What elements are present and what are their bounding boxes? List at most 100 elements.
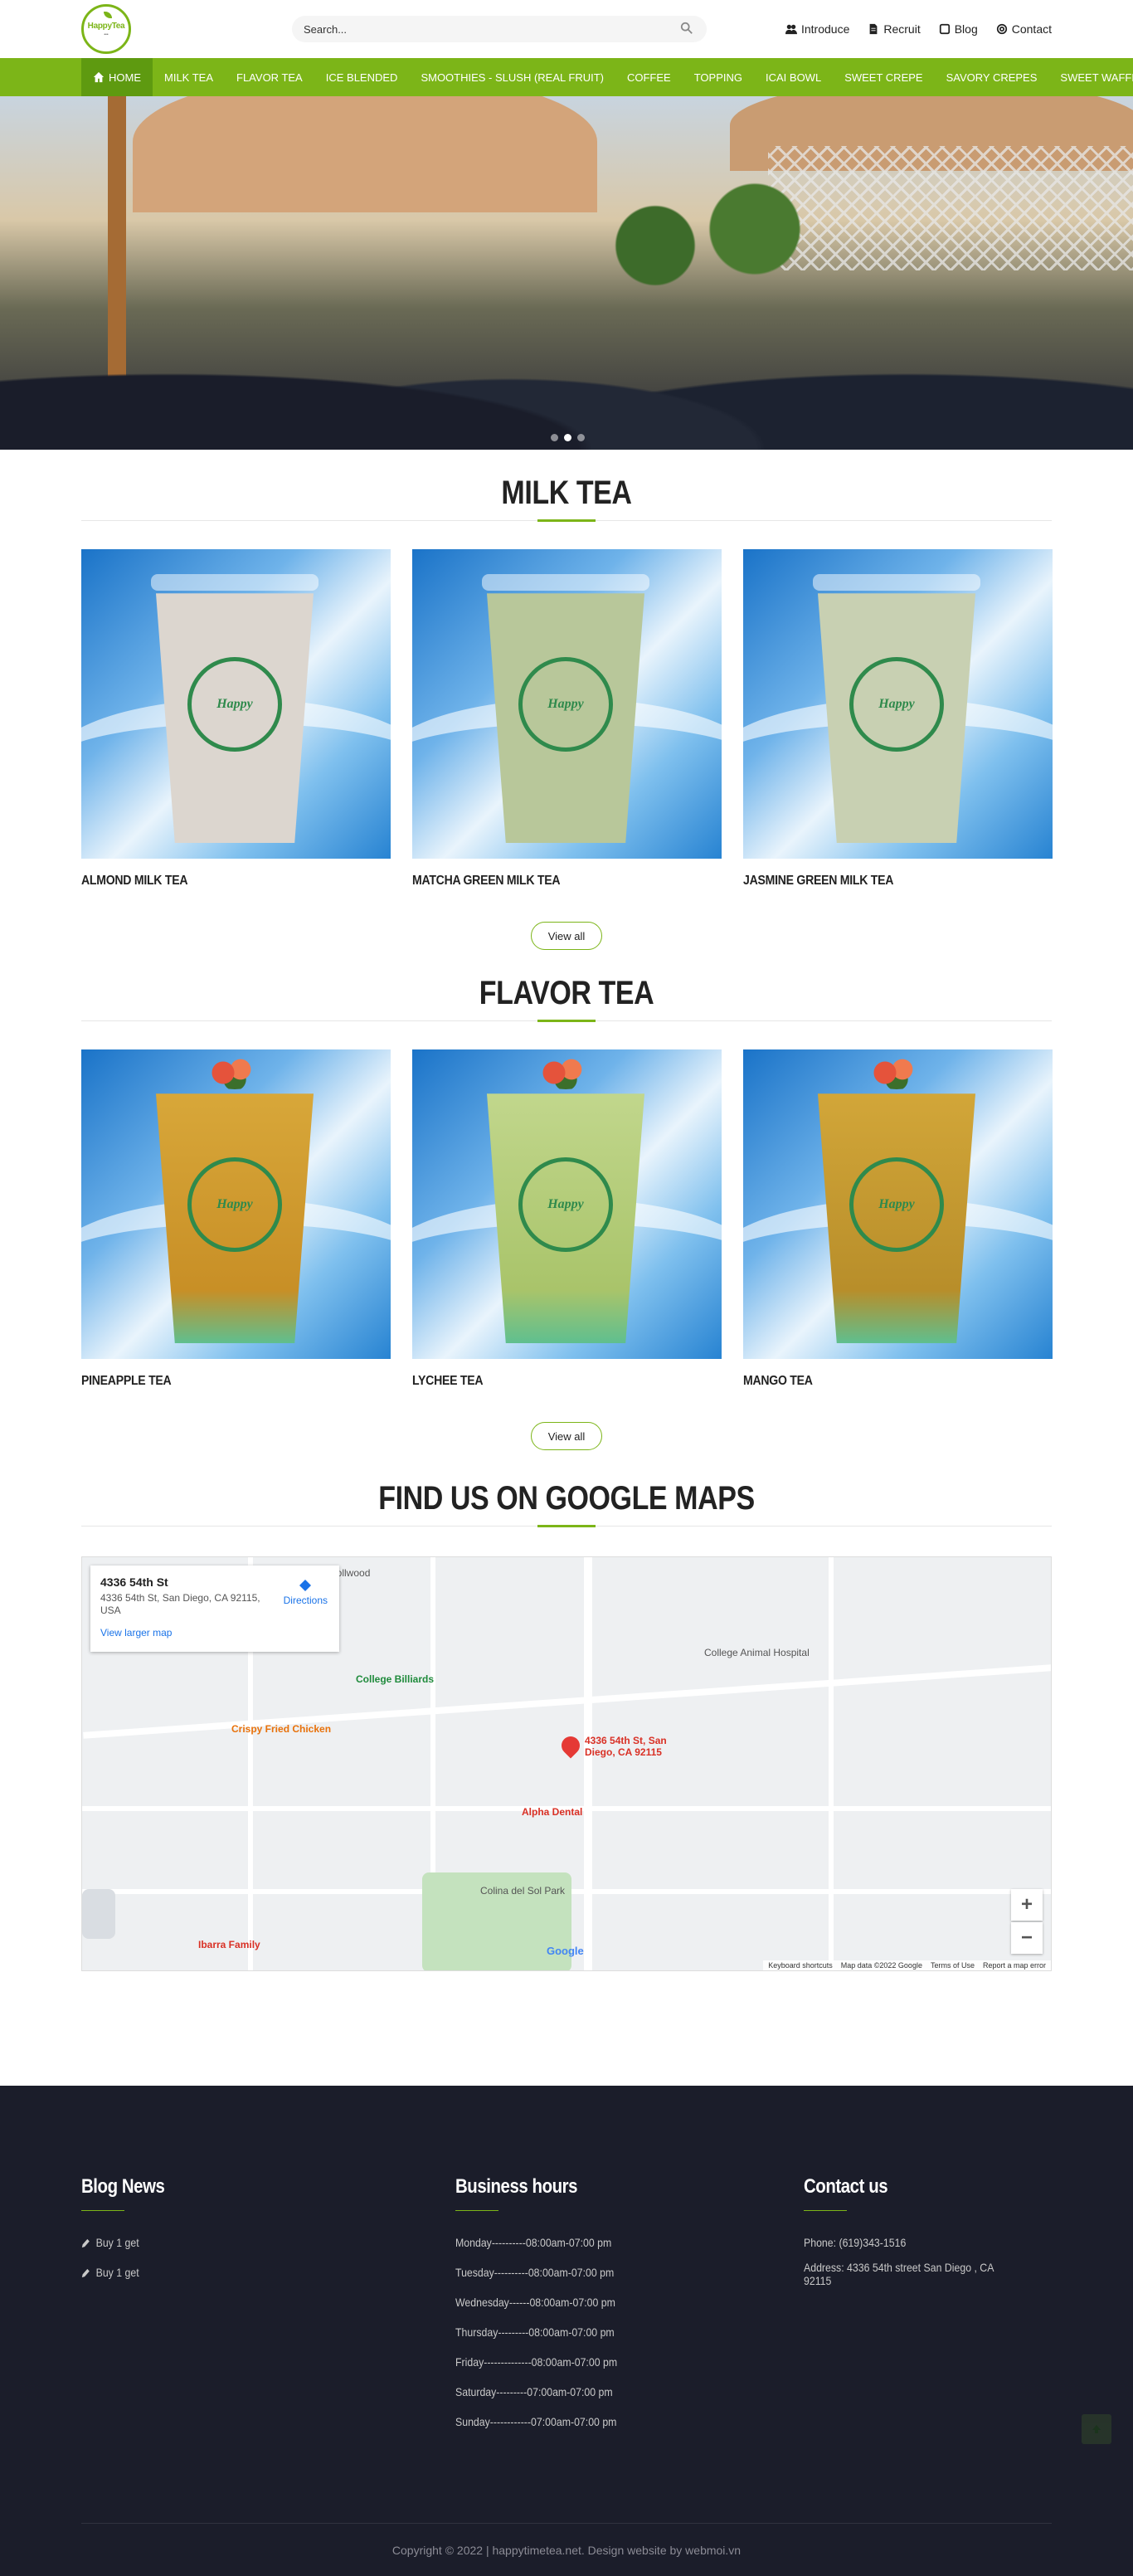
nav-sweet-waffle[interactable]: SWEET WAFFLE <box>1048 58 1133 96</box>
product-card[interactable]: Happy ALMOND MILK TEA <box>81 549 391 889</box>
hero-banner[interactable] <box>0 96 1133 450</box>
map-info-card: 4336 54th St 4336 54th St, San Diego, CA… <box>90 1566 339 1652</box>
flavor-tea-section: FLAVOR TEA Happy PINEAPPLE TEA Happy LYC… <box>81 975 1053 1450</box>
map-info-address: 4336 54th St, San Diego, CA 92115, USA <box>100 1592 260 1616</box>
product-name[interactable]: JASMINE GREEN MILK TEA <box>743 874 1015 889</box>
directions-label: Directions <box>283 1595 328 1606</box>
product-grid: Happy ALMOND MILK TEA Happy MATCHA GREEN… <box>81 549 1053 889</box>
top-header: HappyTea ••• Introduce Recruit Blog Cont… <box>0 0 1133 58</box>
crowd-shape <box>0 275 1133 450</box>
product-image[interactable]: Happy <box>743 1049 1053 1359</box>
map-footer: Keyboard shortcuts Map data ©2022 Google… <box>763 1960 1051 1970</box>
main-nav: HOME MILK TEA FLAVOR TEA ICE BLENDED SMO… <box>0 58 1133 96</box>
product-image[interactable]: Happy <box>412 1049 722 1359</box>
product-name[interactable]: MATCHA GREEN MILK TEA <box>412 874 684 889</box>
search-input[interactable] <box>304 22 680 36</box>
square-icon <box>939 23 950 35</box>
product-name[interactable]: MANGO TEA <box>743 1374 1015 1389</box>
map-park <box>82 1889 115 1939</box>
map-poi: Crispy Fried Chicken <box>231 1723 332 1735</box>
hours-item: Sunday------------07:00am-07:00 pm <box>455 2415 617 2428</box>
terms-link[interactable]: Terms of Use <box>931 1961 975 1970</box>
nav-milk-tea[interactable]: MILK TEA <box>153 58 225 96</box>
zoom-in-button[interactable]: + <box>1011 1889 1043 1921</box>
file-icon <box>869 23 878 35</box>
hours-item: Wednesday------08:00am-07:00 pm <box>455 2296 615 2309</box>
product-image[interactable]: Happy <box>81 1049 391 1359</box>
view-all-button[interactable]: View all <box>531 1422 602 1450</box>
google-logo: Google <box>547 1945 584 1957</box>
footer-heading: Blog News <box>81 2175 165 2198</box>
nav-savory-crepes[interactable]: SAVORY CREPES <box>935 58 1049 96</box>
slider-dot[interactable] <box>577 434 585 441</box>
hours-item: Friday--------------08:00am-07:00 pm <box>455 2355 618 2369</box>
link-blog[interactable]: Blog <box>939 22 978 36</box>
nav-flavor-tea[interactable]: FLAVOR TEA <box>225 58 314 96</box>
product-card[interactable]: Happy LYCHEE TEA <box>412 1049 722 1389</box>
product-image[interactable]: Happy <box>81 549 391 859</box>
link-introduce[interactable]: Introduce <box>785 22 849 36</box>
flower-garnish <box>537 1056 595 1089</box>
link-blog-label: Blog <box>954 22 978 36</box>
milk-tea-section: MILK TEA Happy ALMOND MILK TEA Happy MAT… <box>81 475 1053 950</box>
contact-address: Address: 4336 54th street San Diego , CA… <box>804 2261 994 2287</box>
blog-news-column: Blog News Buy 1 get Buy 1 get <box>81 2175 455 2445</box>
product-image[interactable]: Happy <box>412 549 722 859</box>
slider-dot[interactable] <box>564 434 571 441</box>
nav-coffee[interactable]: COFFEE <box>615 58 683 96</box>
flower-garnish <box>206 1056 264 1089</box>
map-label: Colina del Sol Park <box>480 1885 566 1897</box>
directions-button[interactable]: Directions <box>284 1579 328 1606</box>
flower-garnish <box>868 1056 926 1089</box>
nav-smoothies[interactable]: SMOOTHIES - SLUSH (REAL FRUIT) <box>409 58 615 96</box>
map-poi: College Billiards <box>356 1673 435 1685</box>
map-marker-icon[interactable] <box>557 1732 584 1759</box>
product-name[interactable]: PINEAPPLE TEA <box>81 1374 353 1389</box>
pencil-icon <box>81 2238 90 2247</box>
contact-column: Contact us Phone: (619)343-1516 Address:… <box>804 2175 1052 2445</box>
leaf-icon <box>104 12 112 18</box>
logo-text: HappyTea <box>87 21 125 31</box>
site-logo[interactable]: HappyTea ••• <box>81 4 131 54</box>
nav-sweet-crepe[interactable]: SWEET CREPE <box>833 58 934 96</box>
nav-home[interactable]: HOME <box>81 58 153 96</box>
at-icon <box>996 23 1007 35</box>
zoom-out-button[interactable]: − <box>1011 1922 1043 1954</box>
blog-link[interactable]: Buy 1 get <box>81 2236 411 2249</box>
cup-logo-icon: Happy <box>849 1157 944 1252</box>
keyboard-shortcuts-link[interactable]: Keyboard shortcuts <box>768 1961 833 1970</box>
product-name[interactable]: ALMOND MILK TEA <box>81 874 353 889</box>
cup-lid <box>151 574 319 591</box>
product-name[interactable]: LYCHEE TEA <box>412 1374 684 1389</box>
view-larger-map-link[interactable]: View larger map <box>100 1627 329 1639</box>
cup-logo-icon: Happy <box>187 1157 282 1252</box>
search-icon[interactable] <box>680 22 695 37</box>
link-contact[interactable]: Contact <box>996 22 1052 36</box>
product-card[interactable]: Happy MATCHA GREEN MILK TEA <box>412 549 722 889</box>
users-icon <box>785 24 797 35</box>
map-poi: Alpha Dental <box>522 1806 583 1818</box>
view-all-button[interactable]: View all <box>531 922 602 950</box>
slider-dot[interactable] <box>551 434 558 441</box>
google-map[interactable]: Atria Collwood College Billiards Crispy … <box>81 1556 1052 1971</box>
link-recruit[interactable]: Recruit <box>868 22 921 36</box>
product-card[interactable]: Happy MANGO TEA <box>743 1049 1053 1389</box>
contact-phone[interactable]: Phone: (619)343-1516 <box>804 2236 1022 2249</box>
link-contact-label: Contact <box>1011 22 1052 36</box>
title-divider <box>81 1525 1052 1527</box>
product-image[interactable]: Happy <box>743 549 1053 859</box>
nav-topping[interactable]: TOPPING <box>683 58 754 96</box>
blog-link[interactable]: Buy 1 get <box>81 2266 411 2279</box>
copyright: Copyright © 2022 | happytimetea.net. Des… <box>81 2523 1052 2576</box>
report-link[interactable]: Report a map error <box>983 1961 1046 1970</box>
nav-icai-bowl[interactable]: ICAI BOWL <box>754 58 833 96</box>
blog-link-label: Buy 1 get <box>95 2266 139 2279</box>
product-card[interactable]: Happy JASMINE GREEN MILK TEA <box>743 549 1053 889</box>
cup-logo-icon: Happy <box>518 1157 613 1252</box>
map-street <box>584 1557 592 1970</box>
product-card[interactable]: Happy PINEAPPLE TEA <box>81 1049 391 1389</box>
nav-ice-blended[interactable]: ICE BLENDED <box>314 58 410 96</box>
site-footer: Blog News Buy 1 get Buy 1 get Business h… <box>0 2086 1133 2576</box>
hours-item: Monday----------08:00am-07:00 pm <box>455 2236 612 2249</box>
back-to-top-button[interactable] <box>1082 2414 1111 2444</box>
